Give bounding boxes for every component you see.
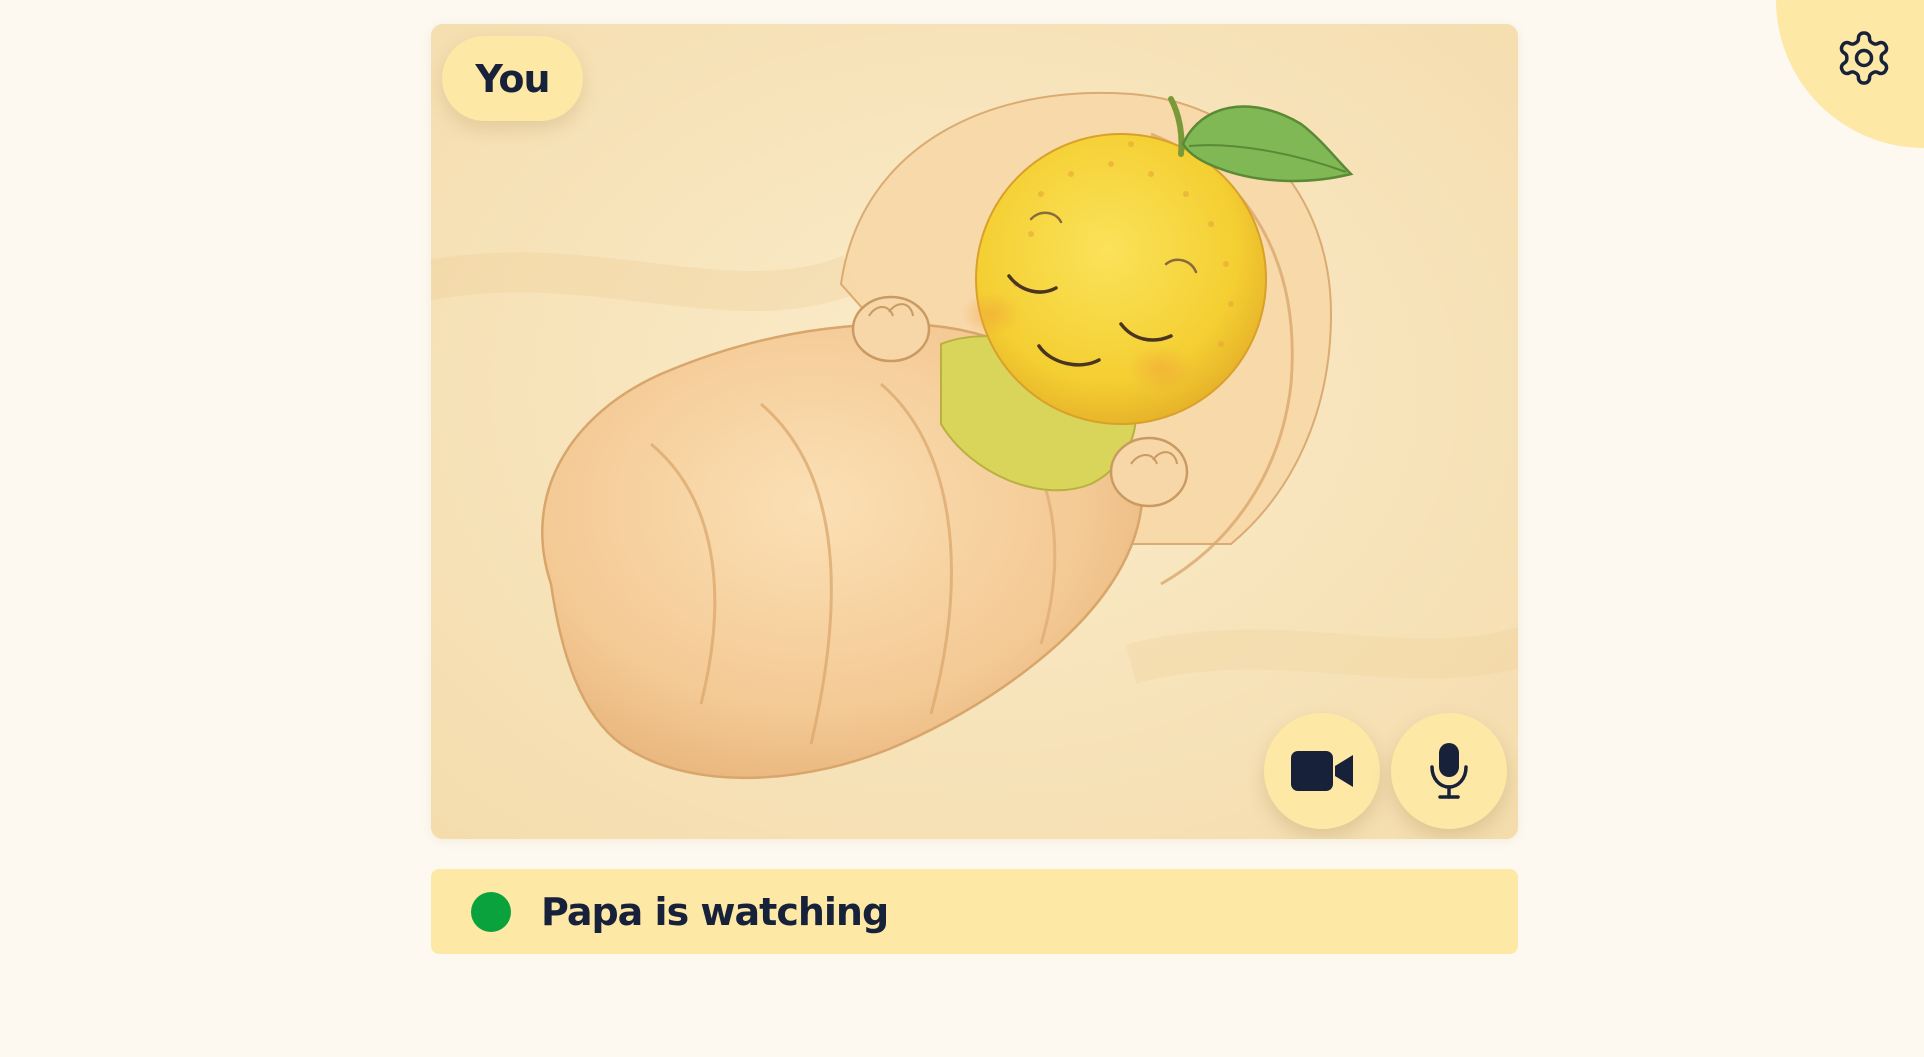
settings-button[interactable] — [1776, 0, 1924, 148]
self-video-view: You — [431, 24, 1518, 839]
sleeping-orange-baby-illustration — [431, 24, 1518, 839]
microphone-icon — [1430, 743, 1468, 799]
camera-toggle-button[interactable] — [1264, 713, 1380, 829]
viewer-status-bar: Papa is watching — [431, 869, 1518, 954]
microphone-toggle-button[interactable] — [1391, 713, 1507, 829]
self-label-badge: You — [442, 36, 583, 121]
viewer-status-text: Papa is watching — [541, 889, 889, 934]
online-indicator — [471, 891, 511, 932]
video-camera-icon — [1291, 751, 1353, 791]
gear-icon — [1839, 31, 1889, 85]
